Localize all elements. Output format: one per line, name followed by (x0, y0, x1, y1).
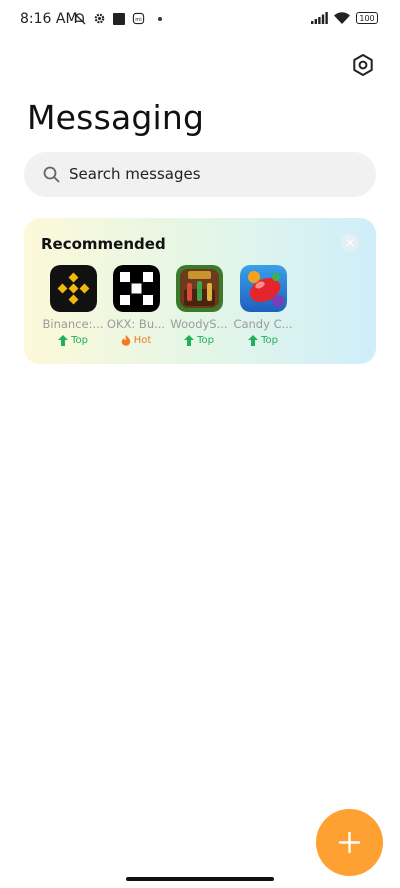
search-placeholder: Search messages (69, 165, 201, 183)
app-tag-label: Top (261, 335, 278, 346)
search-bar[interactable]: Search messages (24, 152, 376, 197)
app-tag: Top (231, 335, 295, 346)
settings-gear-icon (94, 13, 105, 24)
home-indicator[interactable] (126, 877, 274, 881)
system-indicators: 100 (311, 12, 378, 24)
search-icon (43, 166, 60, 183)
woody-sort-icon (175, 265, 223, 312)
signal-icon (311, 12, 328, 24)
binance-icon (49, 265, 97, 312)
recommended-app-binance[interactable]: Binance:... Top (41, 265, 105, 346)
notification-icons: mi (73, 12, 162, 25)
wifi-icon (334, 12, 350, 24)
status-bar: 8:16 AM mi 100 (0, 0, 400, 40)
candy-crush-icon (239, 265, 287, 312)
arrow-up-icon (184, 335, 195, 346)
okx-icon (112, 265, 160, 312)
status-time: 8:16 AM (20, 11, 78, 27)
app-name: Candy C... (233, 317, 293, 331)
app-tag-label: Top (71, 335, 88, 346)
svg-text:mi: mi (135, 17, 141, 23)
app-name: WoodyS... (170, 317, 228, 331)
recommended-title: Recommended (41, 235, 166, 253)
app-tag-label: Top (197, 335, 214, 346)
close-recommended-button[interactable]: ✕ (341, 234, 359, 252)
battery-icon: 100 (356, 12, 378, 24)
recommended-card: Recommended ✕ Binance:... Top OKX: Bu...… (24, 218, 376, 364)
plus-icon (338, 831, 361, 854)
recommended-app-okx[interactable]: OKX: Bu... Hot (104, 265, 168, 346)
arrow-up-icon (248, 335, 259, 346)
close-icon: ✕ (344, 236, 356, 250)
mi-icon: mi (132, 12, 145, 25)
flame-icon (121, 335, 130, 346)
app-name: Binance:... (42, 317, 104, 331)
recommended-app-candy-crush[interactable]: Candy C... Top (231, 265, 295, 346)
settings-icon (353, 54, 373, 76)
muted-notification-icon (73, 12, 86, 25)
page-title: Messaging (27, 98, 205, 137)
recommended-app-woodysort[interactable]: WoodyS... Top (167, 265, 231, 346)
app-tag: Top (167, 335, 231, 346)
app-tag: Top (41, 335, 105, 346)
app-name: OKX: Bu... (106, 317, 166, 331)
arrow-up-icon (58, 335, 69, 346)
app-notification-icon (113, 12, 125, 25)
app-tag: Hot (104, 335, 168, 346)
app-tag-label: Hot (133, 335, 152, 346)
new-message-button[interactable] (316, 809, 383, 876)
more-notifications-dot-icon (158, 16, 162, 21)
settings-button[interactable] (349, 51, 377, 79)
